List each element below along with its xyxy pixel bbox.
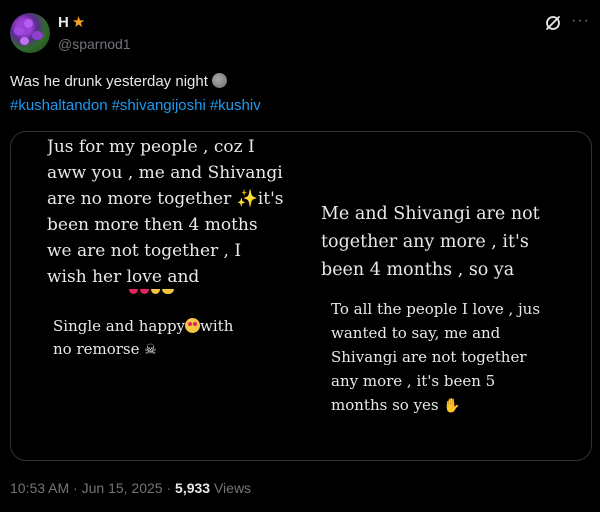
tweet-screen: H ★ @sparnod1 ··· Was he drunk yesterday… [0, 0, 600, 512]
tweet-text: Was he drunk yesterday night [10, 71, 227, 93]
overlay-right-text: To all the people I love , jus wanted to… [331, 297, 581, 418]
hashtag-link[interactable]: #kushaltandon [10, 97, 108, 114]
author-handle[interactable]: @sparnod1 [58, 36, 131, 52]
cropped-emoji-row [129, 289, 174, 294]
star-emoji-icon: ★ [71, 14, 86, 31]
separator: · [69, 480, 82, 496]
overlay-line: no remorse [53, 340, 140, 358]
hashtag-link[interactable]: #kushiv [210, 97, 261, 114]
tweet-text-content: Was he drunk yesterday night [10, 73, 208, 90]
tweet-time[interactable]: 10:53 AM [10, 480, 69, 496]
tweet-meta: 10:53 AM · Jun 15, 2025 · 5,933 Views [10, 480, 251, 496]
media-image[interactable]: Jus for my people , coz I aww you , me a… [10, 131, 592, 461]
moon-face-icon [211, 73, 227, 88]
display-name[interactable]: H [58, 14, 69, 31]
avatar-flower [20, 37, 29, 45]
overlay-line: Single and happy [53, 317, 186, 335]
author-name-row[interactable]: H ★ [58, 14, 85, 31]
overlay-single-text: Single and happy with no remorse ☠ [53, 315, 283, 362]
separator: · [162, 480, 176, 496]
avatar-flower [24, 19, 33, 28]
hashtag-link[interactable]: #shivangijoshi [112, 97, 206, 114]
grok-icon[interactable] [544, 14, 562, 32]
more-options-icon[interactable]: ··· [571, 12, 590, 30]
overlay-line: with [200, 317, 234, 335]
story-text-left: Jus for my people , coz I aww you , me a… [47, 137, 284, 286]
overlay-right-content: To all the people I love , jus wanted to… [331, 300, 541, 414]
avatar[interactable] [10, 13, 50, 53]
views-count[interactable]: 5,933 [175, 480, 210, 496]
skull-emoji-icon: ☠ [144, 342, 157, 358]
waving-hand-emoji-icon: ✋ [443, 398, 461, 414]
heart-eyes-emoji-icon [185, 318, 201, 333]
avatar-flower [32, 31, 43, 40]
story-text-right: Me and Shivangi are not together any mor… [321, 204, 540, 280]
avatar-flower [14, 27, 24, 35]
tweet-date[interactable]: Jun 15, 2025 [82, 480, 163, 496]
hashtag-list: #kushaltandon #shivangijoshi #kushiv [10, 95, 265, 117]
views-label: Views [210, 480, 252, 496]
